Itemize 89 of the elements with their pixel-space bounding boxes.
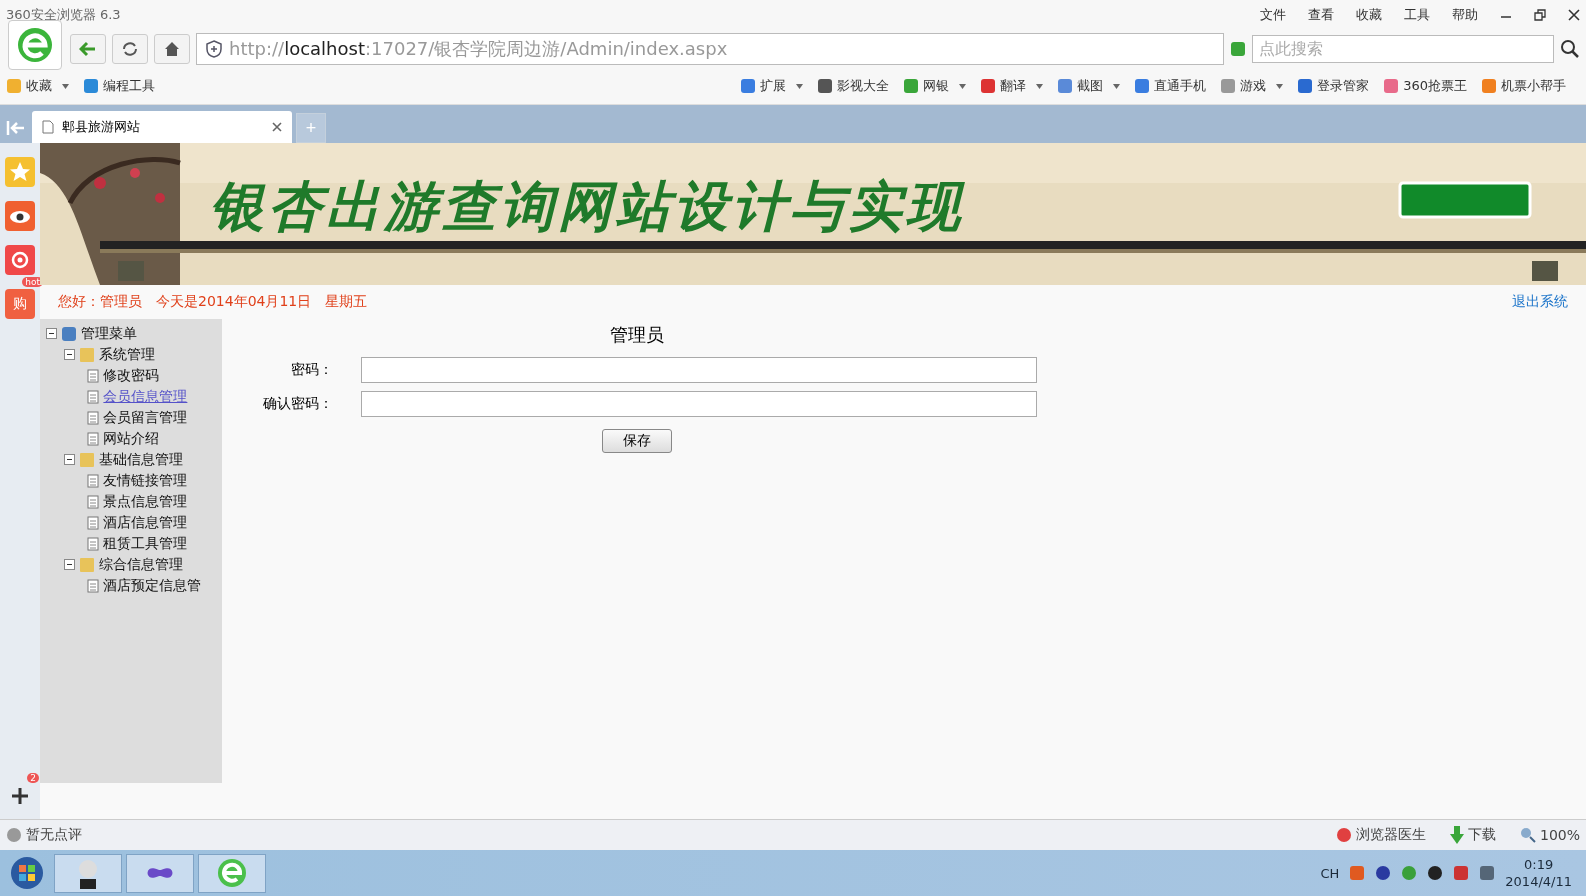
windows-logo (10, 856, 44, 890)
page-icon (87, 536, 100, 551)
caret-icon[interactable] (1276, 83, 1284, 89)
save-button[interactable]: 保存 (602, 429, 672, 453)
search-icon[interactable] (1560, 39, 1580, 59)
refresh-icon (121, 40, 139, 58)
collapse-icon[interactable] (46, 328, 57, 339)
page-icon (87, 368, 100, 383)
eye-icon[interactable] (5, 201, 35, 231)
page-icon (87, 515, 100, 530)
shield-icon (205, 40, 223, 58)
address-field[interactable]: http://localhost:17027/银杏学院周边游/Admin/index.aspx (196, 33, 1224, 65)
logout-link[interactable]: 退出系统 (1512, 293, 1568, 311)
magnifier-icon (1519, 827, 1536, 843)
bookmark-item[interactable]: 直通手机 (1154, 77, 1207, 95)
tree-node[interactable]: 基础信息管理 (99, 450, 183, 469)
tree-link[interactable]: 景点信息管理 (103, 492, 188, 511)
zoom-button[interactable]: 100% (1519, 827, 1580, 843)
browser-tab[interactable]: 郫县旅游网站 (32, 111, 292, 143)
bookmark-item[interactable]: 收藏 (26, 77, 52, 95)
bookmark-item[interactable]: 扩展 (760, 77, 787, 95)
doctor-button[interactable]: 浏览器医生 (1335, 826, 1426, 844)
caret-icon[interactable] (796, 83, 804, 89)
back-icon (79, 40, 97, 58)
bookmark-item[interactable]: 影视大全 (837, 77, 890, 95)
tree-link[interactable]: 酒店预定信息管 (103, 576, 202, 595)
bookmark-item[interactable]: 编程工具 (103, 77, 155, 95)
menu-item[interactable]: 文件 (1260, 6, 1286, 24)
bookmark-item[interactable]: 登录管家 (1317, 77, 1370, 95)
page-icon (87, 389, 100, 404)
tree-node[interactable]: 系统管理 (99, 345, 155, 364)
field-label: 密码： (290, 361, 335, 379)
collapse-icon[interactable] (64, 454, 75, 465)
caret-icon[interactable] (1036, 83, 1044, 89)
tree-link[interactable]: 会员留言管理 (103, 408, 188, 427)
browser-logo (216, 857, 248, 889)
tree-link[interactable]: 修改密码 (103, 366, 160, 385)
close-icon[interactable] (272, 122, 282, 132)
collapse-icon[interactable] (64, 559, 75, 570)
page-icon (87, 578, 100, 593)
count-badge: 2 (27, 773, 39, 783)
menu-item[interactable]: 帮助 (1452, 6, 1478, 24)
form-title: 管理员 (610, 323, 664, 347)
bookmark-item[interactable]: 网银 (923, 77, 950, 95)
password-field[interactable] (361, 391, 1037, 417)
browser-logo[interactable] (8, 20, 62, 70)
banner-title: 银杏出游查询网站设计与实现 (210, 173, 964, 240)
download-icon (1449, 826, 1464, 844)
collapse-icon[interactable] (64, 349, 75, 360)
bookmark-item[interactable]: 截图 (1077, 77, 1104, 95)
close-icon[interactable] (1568, 9, 1580, 21)
page-icon (87, 410, 100, 425)
tree-node[interactable]: 管理菜单 (81, 324, 137, 343)
home-button[interactable] (154, 34, 190, 64)
tree-node[interactable]: 综合信息管理 (99, 555, 183, 574)
menu-item[interactable]: 查看 (1308, 6, 1334, 24)
clock[interactable]: 0:19 2014/4/11 (1505, 856, 1572, 890)
password-field[interactable] (361, 357, 1037, 383)
caret-icon[interactable] (1113, 83, 1121, 89)
rating-status[interactable]: 暂无点评 (6, 826, 82, 844)
tree-link[interactable]: 友情链接管理 (103, 471, 188, 490)
bookmark-item[interactable]: 机票小帮手 (1501, 77, 1566, 95)
field-label: 确认密码： (262, 395, 335, 413)
window-title: 360安全浏览器 6.3 (6, 6, 121, 24)
refresh-button[interactable] (112, 34, 148, 64)
caret-icon[interactable] (62, 83, 69, 89)
caret-icon[interactable] (959, 83, 967, 89)
menu-item[interactable]: 收藏 (1356, 6, 1382, 24)
tree-link[interactable]: 会员信息管理 (103, 387, 188, 406)
tree-link[interactable]: 酒店信息管理 (103, 513, 188, 532)
page-icon (87, 431, 100, 446)
bookmark-item[interactable]: 360抢票王 (1403, 77, 1467, 95)
language-indicator[interactable]: CH (1320, 865, 1340, 881)
tree-link[interactable]: 租赁工具管理 (103, 534, 188, 553)
home-icon (163, 40, 181, 58)
page-icon (42, 120, 54, 134)
restore-icon[interactable] (1534, 9, 1546, 21)
download-button[interactable]: 下载 (1449, 826, 1496, 844)
add-icon[interactable] (9, 785, 31, 807)
menu-item[interactable]: 工具 (1404, 6, 1430, 24)
bookmark-item[interactable]: 游戏 (1240, 77, 1267, 95)
search-field[interactable]: 点此搜索 (1252, 35, 1554, 63)
greeting-text: 您好：管理员 今天是2014年04月11日 星期五 (58, 293, 368, 311)
tree-link[interactable]: 网站介绍 (103, 429, 160, 448)
page-icon (87, 494, 100, 509)
back-button[interactable] (70, 34, 106, 64)
taskbar-app[interactable] (54, 853, 122, 893)
bookmark-item[interactable]: 翻译 (1000, 77, 1027, 95)
page-icon (87, 473, 100, 488)
